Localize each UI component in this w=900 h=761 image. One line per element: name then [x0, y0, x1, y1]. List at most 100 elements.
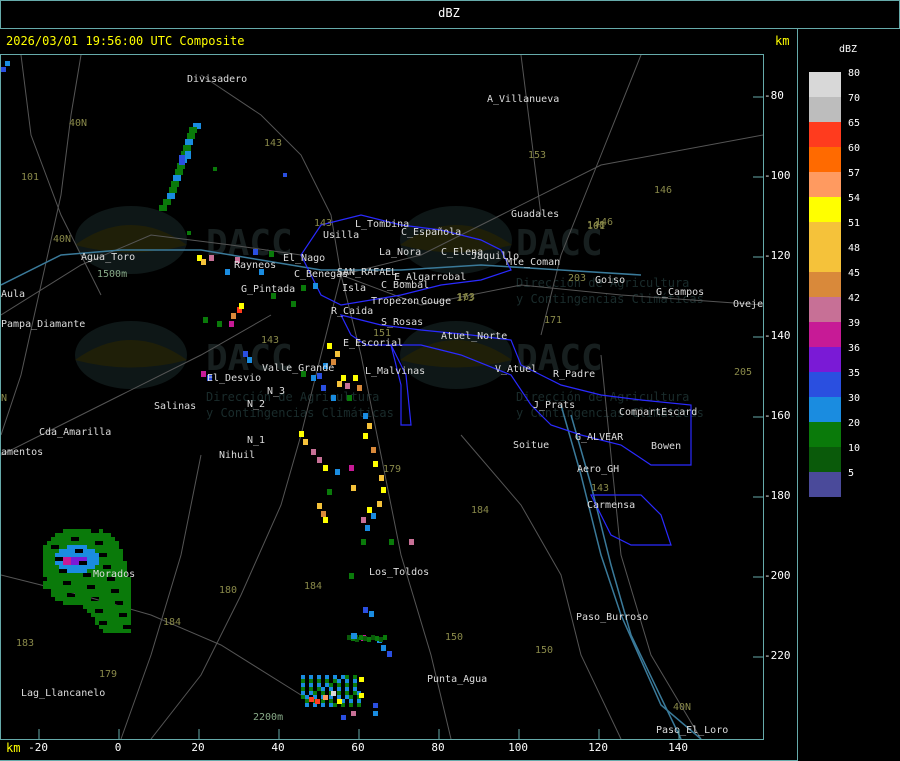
radar-echo-cell — [111, 541, 115, 545]
radar-echo-cell — [103, 585, 107, 589]
radar-echo-cell — [79, 581, 83, 585]
radar-echo-cell — [67, 597, 71, 601]
radar-echo-cell — [317, 675, 321, 679]
radar-echo-cell — [59, 593, 63, 597]
radar-echo-cell — [363, 607, 368, 613]
radar-echo-cell — [103, 617, 107, 621]
radar-echo-cell — [63, 529, 67, 533]
radar-echo-cell — [83, 565, 87, 569]
radar-echo-cell — [209, 255, 214, 261]
radar-echo-cell — [159, 205, 167, 211]
legend-label: 42 — [848, 293, 861, 304]
radar-echo-cell — [47, 581, 51, 585]
radar-echo-cell — [309, 675, 313, 679]
radar-echo-cell — [91, 541, 95, 545]
place-label: Punta_Agua — [427, 674, 487, 685]
radar-echo-cell — [95, 589, 99, 593]
radar-echo-cell — [75, 569, 79, 573]
radar-echo-cell — [79, 573, 83, 577]
radar-echo-cell — [301, 683, 305, 687]
radar-echo-cell — [75, 581, 79, 585]
radar-echo-cell — [301, 687, 305, 691]
radar-echo-cell — [75, 529, 79, 533]
radar-echo-cell — [95, 545, 99, 549]
radar-echo-cell — [103, 613, 107, 617]
radar-echo-cell — [59, 565, 63, 569]
radar-echo-cell — [127, 613, 131, 617]
radar-echo-cell — [301, 679, 305, 683]
radar-echo-cell — [337, 381, 342, 387]
road-number: 143 — [591, 483, 609, 494]
radar-echo-cell — [111, 537, 115, 541]
radar-map[interactable]: DACC DACC Dirección de Agricultura y Con… — [0, 54, 781, 740]
place-label: Goiso — [595, 275, 625, 286]
radar-echo-cell — [75, 545, 79, 549]
radar-echo-cell — [87, 533, 91, 537]
radar-echo-cell — [127, 629, 131, 633]
road-number: 40N — [673, 702, 691, 713]
radar-echo-cell — [59, 561, 63, 565]
y-tick-label: -140 — [764, 329, 791, 342]
radar-echo-cell — [335, 469, 340, 475]
radar-echo-cell — [169, 187, 177, 193]
radar-echo-cell — [55, 597, 59, 601]
radar-echo-cell — [55, 569, 59, 573]
radar-echo-cell — [99, 533, 103, 537]
radar-echo-cell — [353, 675, 357, 679]
radar-echo-cell — [99, 593, 103, 597]
map-canvas[interactable]: DACC DACC Dirección de Agricultura y Con… — [0, 54, 781, 740]
radar-echo-cell — [51, 577, 55, 581]
radar-echo-cell — [91, 601, 95, 605]
radar-echo-cell — [67, 529, 71, 533]
road-number: 203 — [568, 273, 586, 284]
radar-echo-cell — [55, 533, 59, 537]
radar-echo-cell — [71, 577, 75, 581]
road-number: 143 — [264, 138, 282, 149]
radar-echo-cell — [103, 589, 107, 593]
radar-echo-cell — [59, 545, 63, 549]
place-label: G_Campos — [656, 287, 704, 298]
radar-echo-cell — [327, 489, 332, 495]
radar-echo-cell — [127, 621, 131, 625]
radar-echo-cell — [115, 617, 119, 621]
radar-echo-cell — [291, 301, 296, 307]
radar-echo-cell — [5, 61, 10, 66]
radar-echo-cell — [43, 561, 47, 565]
radar-echo-cell — [103, 629, 107, 633]
radar-echo-cell — [359, 677, 364, 682]
radar-echo-cell — [111, 557, 115, 561]
legend-swatch — [809, 297, 841, 322]
place-label: Gouge — [421, 296, 451, 307]
radar-echo-cell — [171, 181, 179, 187]
radar-echo-cell — [349, 699, 353, 703]
radar-echo-cell — [333, 703, 337, 707]
radar-echo-cell — [87, 541, 91, 545]
radar-echo-cell — [95, 621, 99, 625]
radar-echo-cell — [335, 351, 340, 357]
radar-echo-cell — [305, 695, 309, 699]
radar-echo-cell — [91, 545, 95, 549]
radar-echo-cell — [79, 593, 83, 597]
radar-echo-cell — [51, 561, 55, 565]
place-label: Nihuil — [219, 450, 255, 461]
radar-echo-cell — [111, 629, 115, 633]
legend-title: dBZ — [838, 44, 858, 55]
radar-echo-cell — [87, 561, 91, 565]
radar-echo-cell — [103, 541, 107, 545]
radar-echo-cell — [87, 529, 91, 533]
radar-echo-cell — [51, 565, 55, 569]
radar-echo-cell — [111, 597, 115, 601]
radar-echo-cell — [75, 573, 79, 577]
radar-echo-cell — [337, 691, 341, 695]
radar-echo-cell — [345, 683, 349, 687]
place-label: Lag_Llancanelo — [21, 688, 105, 699]
radar-echo-cell — [127, 605, 131, 609]
radar-echo-cell — [127, 601, 131, 605]
radar-echo-cell — [83, 541, 87, 545]
legend-swatch — [809, 272, 841, 297]
radar-echo-cell — [75, 589, 79, 593]
radar-echo-cell — [379, 637, 383, 642]
radar-echo-cell — [367, 507, 372, 513]
radar-echo-cell — [127, 593, 131, 597]
radar-echo-cell — [83, 593, 87, 597]
